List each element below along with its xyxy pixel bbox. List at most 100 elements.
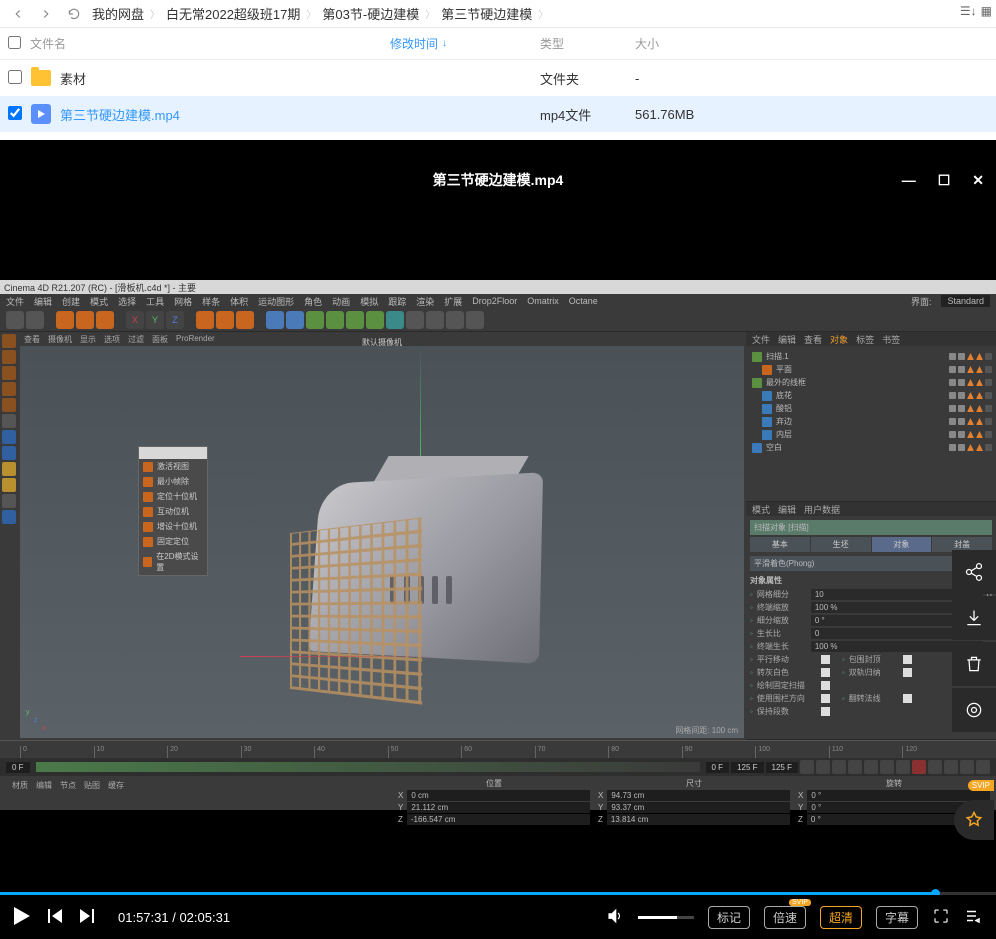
menu-item[interactable]: 模式 [90, 295, 108, 308]
key-rot-icon[interactable] [960, 760, 974, 774]
goto-start-icon[interactable] [800, 760, 814, 774]
material-tab[interactable]: 贴图 [84, 780, 100, 791]
viewport-tab[interactable]: ProRender [176, 334, 215, 346]
generator-array-icon[interactable] [366, 311, 384, 329]
col-name[interactable]: 文件名 [30, 35, 390, 52]
quality-button[interactable]: 超清 [820, 906, 862, 929]
pin-button[interactable] [954, 800, 994, 840]
next-frame-icon[interactable] [864, 760, 878, 774]
soft-sel-2-icon[interactable] [2, 478, 16, 492]
crumb-2[interactable]: 第03节-硬边建模 [322, 4, 419, 23]
ctx-item[interactable]: 在2D模式设置 [139, 549, 207, 575]
material-tab[interactable]: 材质 [12, 780, 28, 791]
misc-1-icon[interactable] [406, 311, 424, 329]
hierarchy-tab[interactable]: 编辑 [778, 333, 796, 346]
deformer-icon[interactable] [386, 311, 404, 329]
hierarchy-item[interactable]: 最外的线框 [750, 376, 992, 389]
row-checkbox[interactable] [8, 70, 22, 84]
ctx-item[interactable]: 激活视图 [139, 459, 207, 474]
mode-texture-icon[interactable] [2, 350, 16, 364]
play-button[interactable] [14, 907, 30, 928]
menu-item[interactable]: 运动图形 [258, 295, 294, 308]
forward-button[interactable] [36, 4, 56, 24]
menu-item[interactable]: 角色 [304, 295, 322, 308]
hierarchy-item[interactable]: 平面 [750, 363, 992, 376]
material-tab[interactable]: 编辑 [36, 780, 52, 791]
menu-item[interactable]: 动画 [332, 295, 350, 308]
timeline-scrubber[interactable] [36, 762, 700, 772]
menu-item[interactable]: 编辑 [34, 295, 52, 308]
prev-frame-icon[interactable] [832, 760, 846, 774]
mark-button[interactable]: 标记 [708, 906, 750, 929]
c4d-viewport[interactable]: 查看摄像机显示选项过滤面板ProRender 默认摄像机 激活视图最小帧除定位十… [20, 334, 744, 738]
col-size[interactable]: 大小 [635, 35, 735, 52]
frame-start[interactable]: 0 F [6, 762, 30, 773]
speed-button[interactable]: 倍速SVIP [764, 906, 806, 929]
prim-spline-icon[interactable] [286, 311, 304, 329]
select-all-checkbox[interactable] [8, 36, 21, 49]
generator-cloner-icon[interactable] [346, 311, 364, 329]
next-key-icon[interactable] [880, 760, 894, 774]
material-tab[interactable]: 节点 [60, 780, 76, 791]
mode-poly-icon[interactable] [2, 398, 16, 412]
mode-point-icon[interactable] [2, 366, 16, 380]
frame-current[interactable]: 0 F [706, 762, 730, 773]
viewport-tab[interactable]: 过滤 [128, 334, 144, 346]
attr-top-tab[interactable]: 编辑 [778, 503, 796, 516]
generator-subdiv-icon[interactable] [306, 311, 324, 329]
viewport-tab[interactable]: 面板 [152, 334, 168, 346]
render-icon[interactable] [196, 311, 214, 329]
menu-item[interactable]: 网格 [174, 295, 192, 308]
ctx-item[interactable]: 固定定位 [139, 534, 207, 549]
material-tab[interactable]: 缓存 [108, 780, 124, 791]
attr-tab[interactable]: 对象 [872, 537, 932, 552]
hierarchy-tab[interactable]: 文件 [752, 333, 770, 346]
viewport-tab[interactable]: 显示 [80, 334, 96, 346]
volume-slider[interactable] [638, 916, 694, 919]
tool-scale-icon[interactable] [76, 311, 94, 329]
subtitle-button[interactable]: 字幕 [876, 906, 918, 929]
tweak-icon[interactable] [2, 494, 16, 508]
close-button[interactable]: ✕ [972, 172, 984, 189]
col-time[interactable]: 修改时间↓ [390, 35, 540, 52]
hierarchy-item[interactable]: 酸铝 [750, 402, 992, 415]
crumb-3[interactable]: 第三节硬边建模 [441, 4, 532, 23]
hierarchy-item[interactable]: 扫描.1 [750, 350, 992, 363]
crumb-1[interactable]: 白无常2022超级班17期 [166, 4, 300, 23]
axis-z-icon[interactable]: Z [166, 311, 184, 329]
crumb-root[interactable]: 我的网盘 [92, 4, 144, 23]
more-button[interactable] [952, 688, 996, 732]
isolate-icon[interactable] [2, 510, 16, 524]
attr-tab[interactable]: 基本 [750, 537, 810, 552]
menu-item[interactable]: Octane [569, 296, 598, 306]
ctx-item[interactable]: 互动位机 [139, 504, 207, 519]
volume-icon[interactable] [606, 907, 624, 928]
hierarchy-item[interactable]: 空白 [750, 441, 992, 454]
mode-edge-icon[interactable] [2, 382, 16, 396]
share-button[interactable] [952, 550, 996, 594]
hierarchy-item[interactable]: 弃边 [750, 415, 992, 428]
timeline-ruler[interactable]: 0102030405060708090100110120 [0, 740, 996, 758]
axis-x-icon[interactable]: X [126, 311, 144, 329]
layout-value[interactable]: Standard [941, 295, 990, 307]
prev-button[interactable] [48, 909, 62, 926]
play-icon[interactable] [848, 760, 862, 774]
next-button[interactable] [80, 909, 94, 926]
hierarchy-item[interactable]: 内层 [750, 428, 992, 441]
goto-end-icon[interactable] [896, 760, 910, 774]
mode-model-icon[interactable] [2, 334, 16, 348]
menu-item[interactable]: 渲染 [416, 295, 434, 308]
download-button[interactable] [952, 596, 996, 640]
workplane-icon[interactable] [2, 446, 16, 460]
file-row-video[interactable]: 第三节硬边建模.mp4 mp4文件 561.76MB [0, 96, 996, 132]
attr-tab[interactable]: 生坯 [811, 537, 871, 552]
tool-rotate-icon[interactable] [96, 311, 114, 329]
snap-icon[interactable] [2, 430, 16, 444]
generator-extrude-icon[interactable] [326, 311, 344, 329]
hierarchy-tab[interactable]: 标签 [856, 333, 874, 346]
col-type[interactable]: 类型 [540, 35, 635, 52]
ctx-item[interactable]: 最小帧除 [139, 474, 207, 489]
attr-top-tab[interactable]: 用户数据 [804, 503, 840, 516]
render-settings-icon[interactable] [236, 311, 254, 329]
soft-sel-icon[interactable] [2, 462, 16, 476]
